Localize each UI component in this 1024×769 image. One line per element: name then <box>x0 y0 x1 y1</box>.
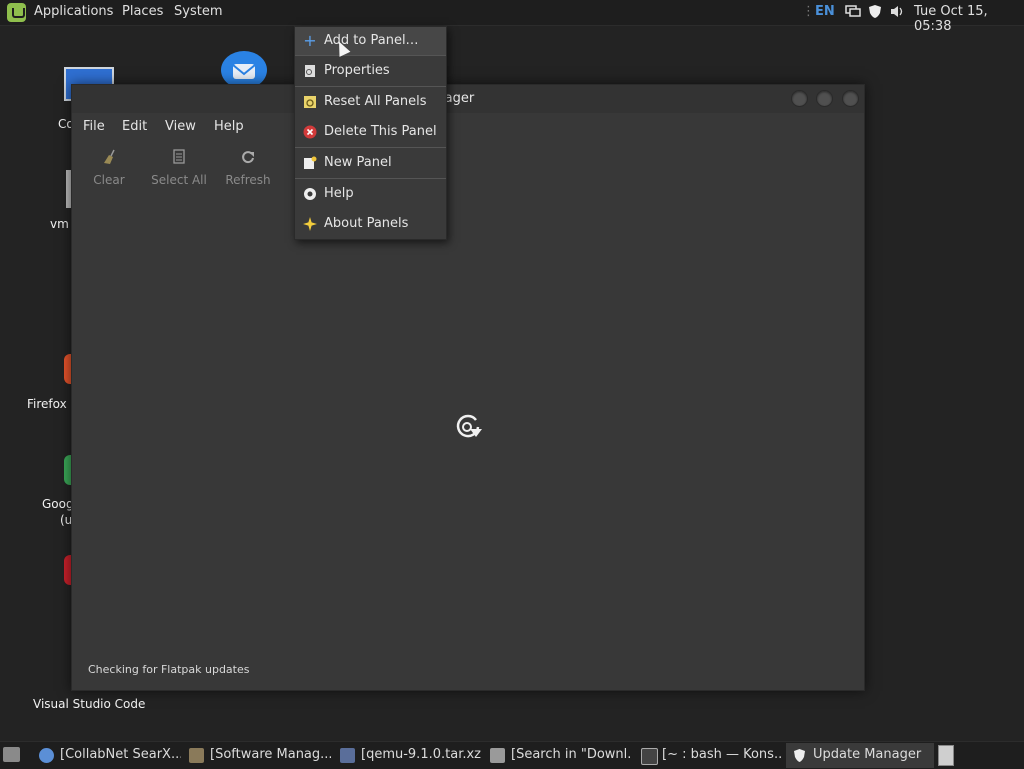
menu-item-properties[interactable]: Properties <box>295 57 446 85</box>
task-label: [CollabNet SearX... <box>60 747 181 762</box>
select-all-label: Select All <box>151 173 207 187</box>
desktop-label-vm: vm <box>50 217 69 231</box>
update-manager-window: ate Manager File Edit View Help Clear Se… <box>71 84 865 691</box>
document-icon <box>144 149 214 167</box>
refresh-label: Refresh <box>225 173 271 187</box>
menu-item-add-to-panel[interactable]: + Add to Panel… <box>295 27 446 55</box>
menu-separator <box>295 86 446 87</box>
desktop-label-chrome: Goog <box>42 497 74 511</box>
menu-item-new-panel[interactable]: New Panel <box>295 149 446 177</box>
thunderbird-icon[interactable] <box>220 48 268 89</box>
applications-menu[interactable]: Applications <box>34 4 113 19</box>
menu-view[interactable]: View <box>165 119 196 134</box>
mint-logo-icon[interactable] <box>7 3 26 22</box>
software-manager-icon <box>189 748 204 763</box>
task-label: [qemu-9.1.0.tar.xz] <box>361 747 482 762</box>
clock[interactable]: Tue Oct 15, 05:38 <box>914 4 1024 34</box>
task-update-manager[interactable]: Update Manager <box>786 743 934 768</box>
reset-icon <box>303 95 317 109</box>
search-file-icon <box>490 748 505 763</box>
task-label: Update Manager <box>813 747 922 762</box>
desktop-label-vscode: Visual Studio Code <box>33 697 146 711</box>
top-panel: Applications Places System ⋮ EN Tue Oct … <box>0 0 1024 34</box>
system-menu[interactable]: System <box>174 4 222 19</box>
refresh-button[interactable]: Refresh <box>213 149 283 187</box>
refresh-icon <box>213 149 283 167</box>
menu-item-label: About Panels <box>324 216 409 231</box>
menu-separator <box>295 178 446 179</box>
menu-item-label: New Panel <box>324 155 392 170</box>
menu-item-label: Delete This Panel <box>324 124 437 139</box>
keyboard-layout[interactable]: EN <box>815 4 835 19</box>
menu-item-label: Reset All Panels <box>324 94 427 109</box>
panel-context-menu: + Add to Panel… Properties Reset All Pan… <box>294 26 447 240</box>
chrome-icon <box>64 455 71 485</box>
menu-separator <box>295 55 446 56</box>
archive-icon <box>340 748 355 763</box>
new-panel-icon <box>303 156 317 170</box>
task-software-manager[interactable]: [Software Manag... <box>183 743 331 768</box>
places-menu[interactable]: Places <box>122 4 163 19</box>
broom-icon <box>74 149 144 167</box>
minimize-button[interactable] <box>791 90 808 107</box>
menu-separator <box>295 147 446 148</box>
menu-item-label: Help <box>324 186 354 201</box>
task-label: [Software Manag... <box>210 747 331 762</box>
task-konsole[interactable]: [~ : bash — Kons... <box>635 743 783 768</box>
taskbar: [CollabNet SearX... [Software Manag... [… <box>0 741 1024 769</box>
firefox-icon <box>64 354 71 384</box>
close-button[interactable] <box>842 90 859 107</box>
clear-button[interactable]: Clear <box>74 149 144 187</box>
scroll-icon: ⋮ <box>802 4 815 19</box>
task-label: [~ : bash — Kons... <box>662 747 783 762</box>
menu-edit[interactable]: Edit <box>122 119 147 134</box>
network-icon[interactable] <box>845 4 861 22</box>
shield-icon[interactable] <box>868 4 882 23</box>
about-icon <box>303 217 317 231</box>
maximize-button[interactable] <box>816 90 833 107</box>
select-all-button[interactable]: Select All <box>144 149 214 187</box>
workspace-switcher[interactable] <box>938 745 954 766</box>
menu-item-about-panels[interactable]: About Panels <box>295 210 446 238</box>
task-label: [Search in "Downl... <box>511 747 632 762</box>
desktop-label-firefox: Firefox <box>27 397 67 411</box>
properties-icon <box>303 64 317 78</box>
task-qemu-archive[interactable]: [qemu-9.1.0.tar.xz] <box>334 743 482 768</box>
terminal-icon <box>641 748 658 765</box>
plus-icon: + <box>303 31 317 50</box>
menu-item-label: Properties <box>324 63 390 78</box>
status-text: Checking for Flatpak updates <box>88 663 250 676</box>
app-icon[interactable] <box>64 555 71 585</box>
chrome-icon <box>39 748 54 763</box>
menu-item-reset-all-panels[interactable]: Reset All Panels <box>295 88 446 116</box>
loading-spinner-icon <box>453 412 482 438</box>
volume-icon[interactable] <box>889 4 905 23</box>
delete-icon <box>303 125 317 139</box>
task-collabnet-searx[interactable]: [CollabNet SearX... <box>33 743 181 768</box>
task-search-downloads[interactable]: [Search in "Downl... <box>484 743 632 768</box>
menu-help[interactable]: Help <box>214 119 244 134</box>
shield-icon <box>792 748 807 763</box>
menu-item-delete-this-panel[interactable]: Delete This Panel <box>295 118 446 146</box>
help-icon <box>303 187 317 201</box>
menu-item-help[interactable]: Help <box>295 180 446 208</box>
window-titlebar[interactable]: ate Manager <box>72 85 864 113</box>
show-desktop-icon[interactable] <box>3 747 20 762</box>
clear-label: Clear <box>93 173 125 187</box>
menu-file[interactable]: File <box>83 119 105 134</box>
